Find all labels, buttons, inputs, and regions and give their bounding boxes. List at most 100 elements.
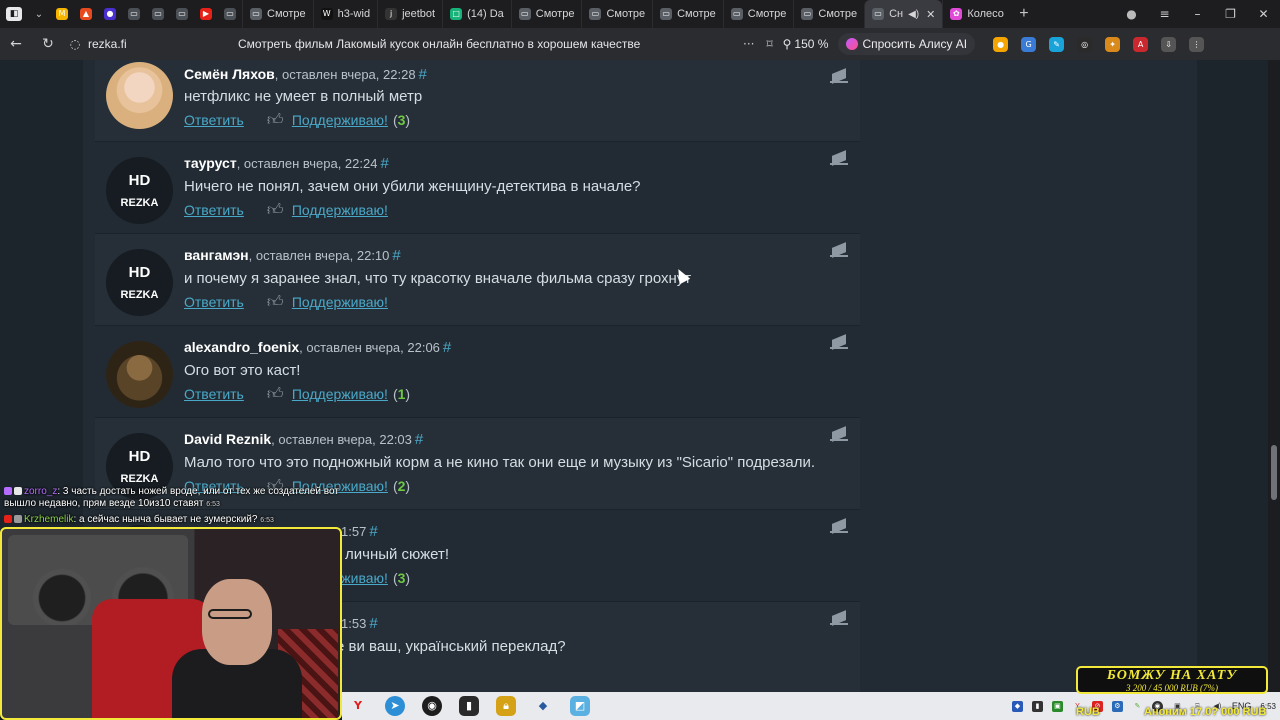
tab[interactable]: Wh3-wid	[312, 0, 377, 28]
extension-icon[interactable]: ✦	[1105, 36, 1121, 52]
tab[interactable]: ✿ Колесо	[942, 0, 1011, 28]
reply-link[interactable]: Ответить	[184, 202, 244, 218]
user-avatar[interactable]	[106, 341, 173, 408]
pinned-tab-6[interactable]: ▭	[170, 0, 194, 28]
tab[interactable]: ▭ Смотре	[652, 0, 723, 28]
chat-text: : а сейчас нынча бывает не зумерский?	[73, 514, 258, 525]
thumbs-up-icon[interactable]: 👍︎	[267, 385, 287, 403]
comment-author[interactable]: тауруст	[184, 155, 237, 171]
close-window-icon[interactable]: ✕	[1247, 7, 1280, 21]
menu-icon[interactable]: ≡	[1148, 7, 1181, 21]
comment-author[interactable]: alexandro_foenix	[184, 339, 299, 355]
profile-icon[interactable]: ●	[1115, 7, 1148, 21]
telegram-icon[interactable]: ➤	[385, 696, 405, 716]
download-icon[interactable]: ⇩	[1161, 36, 1177, 52]
site-info-icon[interactable]: ◌	[64, 28, 86, 60]
tab[interactable]: ▭ Смотре	[510, 0, 582, 28]
tray-icon[interactable]: ▣	[1051, 700, 1063, 712]
tray-icon[interactable]: ✎	[1131, 700, 1143, 712]
user-avatar[interactable]: HD REZKA	[106, 249, 173, 316]
tab-list-button[interactable]: ⌄	[28, 0, 50, 28]
scrollbar-thumb[interactable]	[1271, 445, 1277, 500]
tray-icon[interactable]: ▮	[1031, 700, 1043, 712]
sidebar-toggle-button[interactable]: ◧	[0, 0, 28, 28]
comment-author[interactable]: вангамэн	[184, 247, 249, 263]
extension-icon[interactable]: ●	[993, 36, 1009, 52]
reload-button[interactable]: ↻	[32, 28, 64, 60]
comment-author[interactable]: Семён Ляхов	[184, 66, 275, 82]
pinned-tab-2[interactable]: ▲	[74, 0, 98, 28]
pinned-tab-youtube[interactable]: ▶	[194, 0, 218, 28]
reply-link[interactable]: Ответить	[184, 294, 244, 310]
minimize-icon[interactable]: –	[1181, 7, 1214, 21]
pinned-tab-4[interactable]: ▭	[122, 0, 146, 28]
comment-permalink[interactable]: #	[392, 247, 400, 264]
comment-permalink[interactable]: #	[380, 155, 388, 172]
app-icon[interactable]: ◆	[533, 696, 553, 716]
support-link[interactable]: Поддерживаю!	[292, 112, 388, 128]
donation-goal-title: БОМЖУ НА ХАТУ	[1106, 668, 1238, 683]
more-icon[interactable]: ···	[743, 37, 754, 51]
tray-icon[interactable]: ◆	[1011, 700, 1023, 712]
report-flag-icon[interactable]	[830, 611, 848, 625]
support-link[interactable]: Поддерживаю!	[292, 294, 388, 310]
pinned-tab-3[interactable]: ●	[98, 0, 122, 28]
zoom-indicator[interactable]: ⚲ 150 %	[783, 37, 829, 51]
thumbs-up-icon[interactable]: 👍︎	[267, 201, 287, 219]
report-flag-icon[interactable]	[830, 335, 848, 349]
app-icon[interactable]: ◩	[570, 696, 590, 716]
translate-icon[interactable]: G	[1021, 36, 1037, 52]
comment-text: Мало того что это подножный корм а не ки…	[184, 454, 816, 471]
obs-icon[interactable]: ◉	[422, 696, 442, 716]
extension-icon[interactable]: ✎	[1049, 36, 1065, 52]
thumbs-up-icon[interactable]: 👍︎	[267, 111, 287, 129]
extensions-menu-icon[interactable]: ⋮	[1189, 36, 1205, 52]
tab[interactable]: ▭ Смотре	[793, 0, 864, 28]
tab[interactable]: ▭ Смотре	[242, 0, 313, 28]
support-link[interactable]: Поддерживаю!	[292, 386, 388, 402]
tab[interactable]: j jeetbot	[377, 0, 442, 28]
lock-icon[interactable]: 🔒︎	[496, 696, 516, 716]
restore-icon[interactable]: ❐	[1214, 7, 1247, 21]
comment-permalink[interactable]: #	[443, 339, 451, 356]
report-flag-icon[interactable]	[830, 427, 848, 441]
extension-icon[interactable]: ◎	[1077, 36, 1093, 52]
page-title[interactable]: Смотреть фильм Лакомый кусок онлайн бесп…	[238, 37, 743, 51]
audio-icon[interactable]: ◀)	[908, 9, 919, 20]
report-flag-icon[interactable]	[830, 69, 848, 83]
comment-permalink[interactable]: #	[415, 431, 423, 448]
comment-permalink[interactable]: #	[369, 523, 377, 540]
pinned-tab-mail[interactable]: M	[50, 0, 74, 28]
tab[interactable]: ▭ Смотре	[722, 0, 794, 28]
pinned-tab-5[interactable]: ▭	[146, 0, 170, 28]
app-icon[interactable]: ▮	[459, 696, 479, 716]
comment-author[interactable]: David Reznik	[184, 431, 271, 447]
tray-icon[interactable]: ⚙	[1111, 700, 1123, 712]
user-avatar[interactable]	[106, 62, 173, 129]
close-tab-icon[interactable]: ✕	[926, 8, 935, 21]
comment-permalink[interactable]: #	[369, 615, 377, 632]
extension-icon[interactable]: A	[1133, 36, 1149, 52]
tab-active[interactable]: ▭ Сн ◀) ✕	[864, 0, 943, 28]
support-link[interactable]: Поддерживаю!	[292, 202, 388, 218]
sidebar-icon: ◧	[6, 7, 22, 21]
tab[interactable]: ▭ Смотре	[581, 0, 652, 28]
thumbs-up-icon[interactable]: 👍︎	[267, 293, 287, 311]
report-flag-icon[interactable]	[830, 151, 848, 165]
ask-alisa-button[interactable]: Спросить Алису AI	[838, 33, 976, 55]
user-avatar[interactable]: HD REZKA	[106, 157, 173, 224]
report-flag-icon[interactable]	[830, 243, 848, 257]
yandex-browser-icon[interactable]: Y	[348, 696, 368, 716]
pinned-tab-8[interactable]: ▭	[218, 0, 242, 28]
reply-link[interactable]: Ответить	[184, 386, 244, 402]
bookmark-icon[interactable]: ⌑	[766, 37, 772, 51]
report-flag-icon[interactable]	[830, 519, 848, 533]
tab[interactable]: □ (14) Da	[442, 0, 511, 28]
comment-permalink[interactable]: #	[419, 66, 427, 83]
back-button[interactable]: ←	[0, 28, 32, 60]
new-tab-button[interactable]: +	[1011, 0, 1037, 28]
page-scrollbar[interactable]	[1268, 60, 1280, 692]
url-domain[interactable]: rezka.fi	[88, 37, 238, 51]
page-icon: ▭	[660, 8, 673, 20]
reply-link[interactable]: Ответить	[184, 112, 244, 128]
